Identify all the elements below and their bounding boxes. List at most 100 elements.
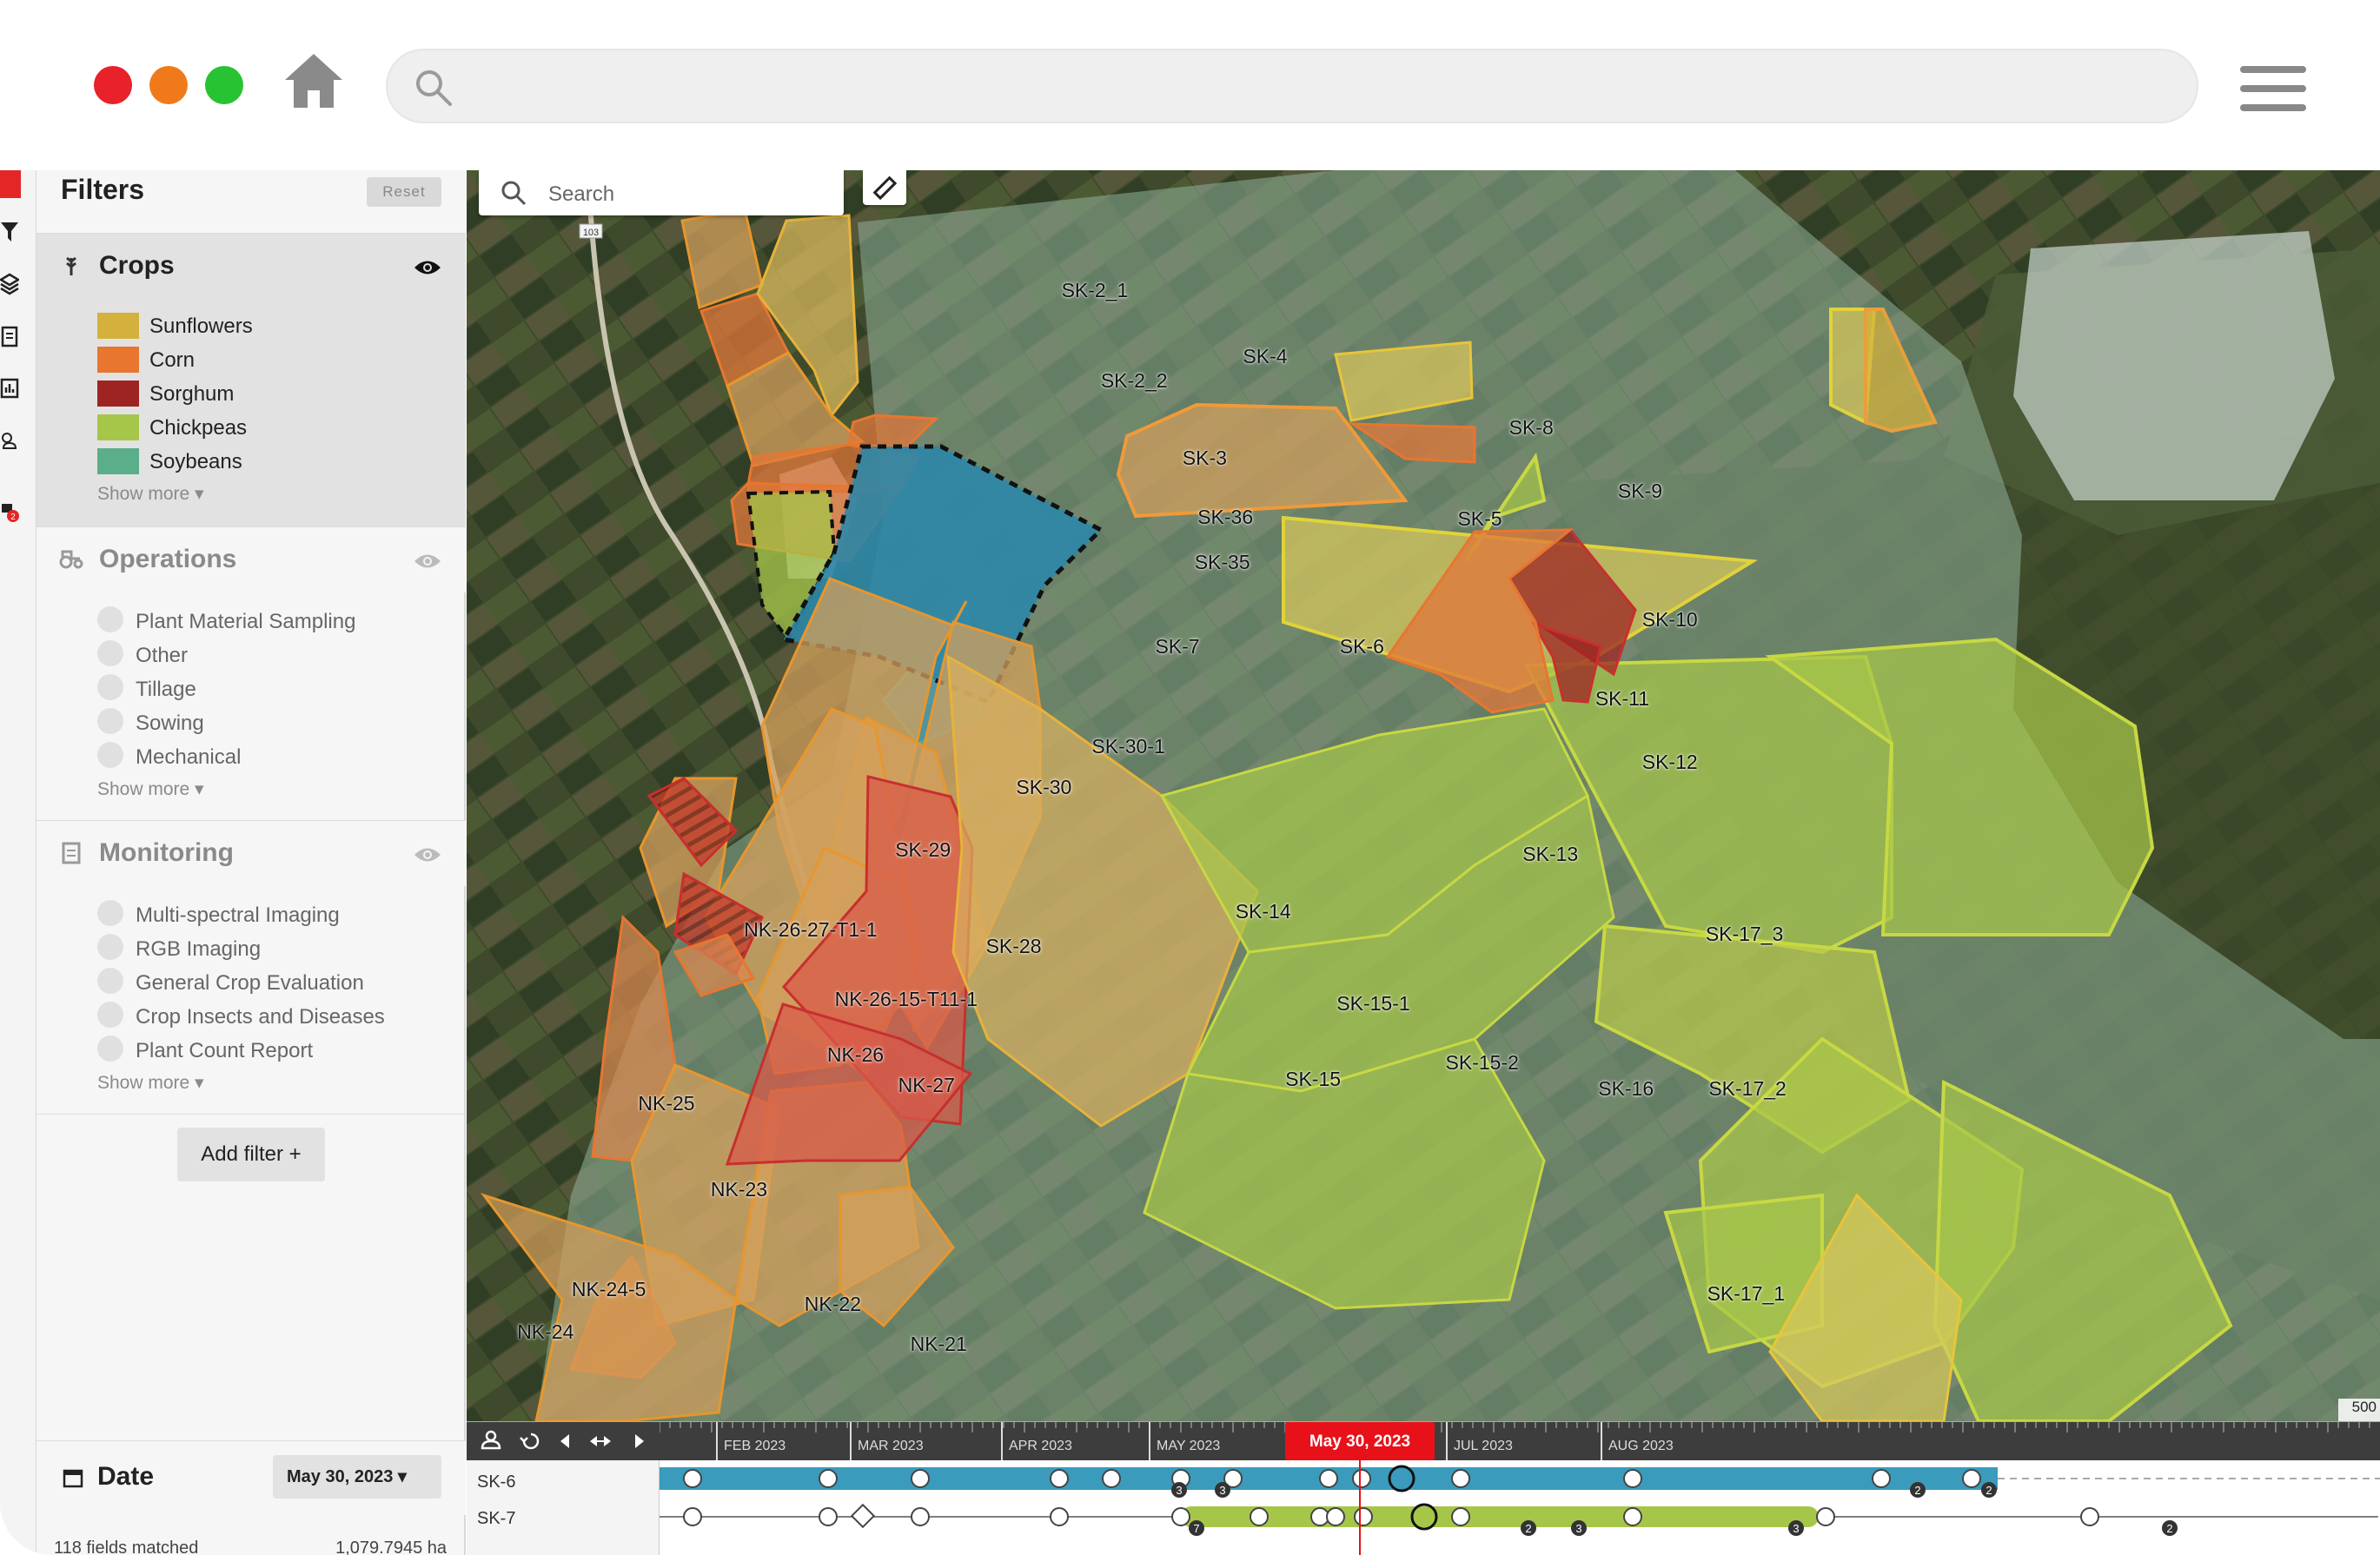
radio-button[interactable]	[97, 742, 123, 768]
field-label[interactable]: SK-12	[1642, 751, 1698, 774]
crop-swatch	[97, 313, 139, 339]
option-label: Plant Count Report	[136, 1039, 314, 1062]
field-label[interactable]: SK-5	[1457, 507, 1502, 531]
timeline-ruler[interactable]: FEB 2023MAR 2023APR 2023MAY 202323JUL 20…	[659, 1422, 2380, 1460]
layers-icon[interactable]	[0, 271, 19, 297]
timeline-controls	[467, 1422, 660, 1460]
measure-tool-button[interactable]	[863, 170, 906, 205]
weather-layer-icon[interactable]	[475, 1422, 507, 1460]
field-label[interactable]: NK-26-27-T1-1	[744, 918, 877, 942]
address-bar[interactable]	[386, 49, 2198, 123]
eye-icon[interactable]	[414, 552, 441, 571]
field-label[interactable]: SK-7	[1155, 635, 1199, 658]
previous-icon[interactable]	[550, 1422, 581, 1460]
timeline-event	[1816, 1507, 1835, 1526]
timeline-event	[1623, 1507, 1642, 1526]
field-label[interactable]: NK-27	[898, 1074, 955, 1097]
radio-button[interactable]	[97, 1036, 123, 1062]
radio-button[interactable]	[97, 900, 123, 926]
field-label[interactable]: SK-6	[1340, 635, 1384, 658]
field-label[interactable]: NK-26	[827, 1043, 884, 1067]
field-label[interactable]: SK-17_1	[1707, 1282, 1786, 1306]
clipboard-icon[interactable]	[0, 323, 19, 349]
weather-icon[interactable]	[0, 427, 19, 453]
map-view[interactable]: 103 SK-2_1 SK-2_2 SK-4 SK-3 SK-36 SK-35 …	[467, 170, 2380, 1421]
crops-section-header[interactable]: Crops	[36, 233, 466, 299]
field-label[interactable]: NK-21	[911, 1333, 967, 1356]
field-label[interactable]: SK-17_2	[1708, 1077, 1787, 1101]
field-label[interactable]: SK-2_2	[1101, 369, 1168, 393]
notifications-icon[interactable]: 2	[0, 497, 19, 523]
expand-range-icon[interactable]	[585, 1422, 616, 1460]
chart-icon[interactable]	[0, 375, 19, 401]
timeline-event	[1319, 1469, 1338, 1488]
field-label[interactable]: SK-15-2	[1446, 1051, 1519, 1075]
field-label[interactable]: SK-30	[1016, 776, 1071, 799]
map-search-input[interactable]: Search	[479, 170, 844, 215]
operations-show-more[interactable]: Show more ▾	[97, 778, 204, 800]
crop-swatch	[97, 414, 139, 440]
eye-icon[interactable]	[414, 845, 441, 864]
timeline-event	[1451, 1469, 1470, 1488]
field-label[interactable]: SK-10	[1642, 608, 1698, 632]
date-dropdown[interactable]: May 30, 2023 ▾	[273, 1455, 441, 1499]
field-label[interactable]: NK-23	[711, 1178, 767, 1201]
timeline-event	[683, 1469, 702, 1488]
home-icon[interactable]	[283, 50, 344, 111]
option-label: Tillage	[136, 678, 196, 701]
hamburger-menu-icon[interactable]	[2240, 66, 2306, 113]
field-label[interactable]: SK-17_3	[1706, 923, 1784, 946]
filter-icon[interactable]	[0, 219, 19, 245]
next-icon[interactable]	[623, 1422, 654, 1460]
field-label[interactable]: SK-9	[1618, 480, 1662, 503]
crops-show-more[interactable]: Show more ▾	[97, 483, 204, 505]
radio-button[interactable]	[97, 1002, 123, 1028]
field-label[interactable]: SK-29	[895, 838, 951, 862]
option-label: General Crop Evaluation	[136, 971, 364, 995]
field-label[interactable]: SK-13	[1522, 843, 1578, 866]
field-label[interactable]: SK-28	[986, 935, 1042, 958]
maximize-window-button[interactable]	[205, 66, 243, 104]
field-label[interactable]: SK-16	[1598, 1077, 1654, 1101]
radio-button[interactable]	[97, 640, 123, 666]
radio-button[interactable]	[97, 968, 123, 994]
field-label[interactable]: SK-15-1	[1336, 992, 1409, 1016]
radio-button[interactable]	[97, 708, 123, 734]
apps-grid-icon[interactable]	[0, 170, 21, 198]
field-label[interactable]: NK-24-5	[572, 1278, 646, 1301]
field-label[interactable]: SK-35	[1195, 551, 1250, 574]
minimize-window-button[interactable]	[149, 66, 188, 104]
monitoring-title: Monitoring	[99, 838, 234, 867]
field-label[interactable]: SK-11	[1595, 687, 1649, 711]
close-window-button[interactable]	[94, 66, 132, 104]
eye-icon[interactable]	[414, 258, 441, 277]
radio-button[interactable]	[97, 674, 123, 700]
browser-chrome	[0, 0, 2380, 170]
crop-label: Sunflowers	[149, 314, 253, 338]
reset-button[interactable]: Reset	[367, 177, 441, 207]
timeline-row-label: SK-6	[477, 1472, 516, 1492]
track-bar-sk7	[1181, 1506, 1819, 1527]
add-filter-button[interactable]: Add filter +	[177, 1128, 325, 1181]
field-label[interactable]: SK-3	[1183, 447, 1227, 470]
field-label[interactable]: NK-26-15-T11-1	[835, 988, 978, 1011]
field-label[interactable]: SK-15	[1285, 1068, 1341, 1091]
field-label[interactable]: SK-4	[1243, 345, 1287, 368]
field-label[interactable]: NK-24	[517, 1320, 573, 1344]
radio-button[interactable]	[97, 606, 123, 632]
field-label[interactable]: SK-14	[1236, 900, 1291, 923]
field-label[interactable]: NK-22	[805, 1293, 861, 1316]
monitoring-show-more[interactable]: Show more ▾	[97, 1072, 204, 1094]
map-canvas[interactable]: 103	[467, 170, 2380, 1421]
operations-section-header[interactable]: Operations	[36, 526, 466, 592]
monitoring-section-header[interactable]: Monitoring	[36, 820, 466, 886]
field-label[interactable]: SK-30-1	[1091, 735, 1164, 758]
field-label[interactable]: SK-36	[1197, 506, 1253, 529]
field-label[interactable]: SK-2_1	[1062, 279, 1129, 302]
timeline-tracks[interactable]: 3 3 2 2 7 2 3 3 2	[660, 1460, 2380, 1555]
radio-button[interactable]	[97, 934, 123, 960]
field-label[interactable]: SK-8	[1509, 416, 1554, 440]
field-label[interactable]: NK-25	[638, 1092, 694, 1115]
history-icon[interactable]	[515, 1422, 547, 1460]
tractor-icon	[59, 550, 83, 569]
